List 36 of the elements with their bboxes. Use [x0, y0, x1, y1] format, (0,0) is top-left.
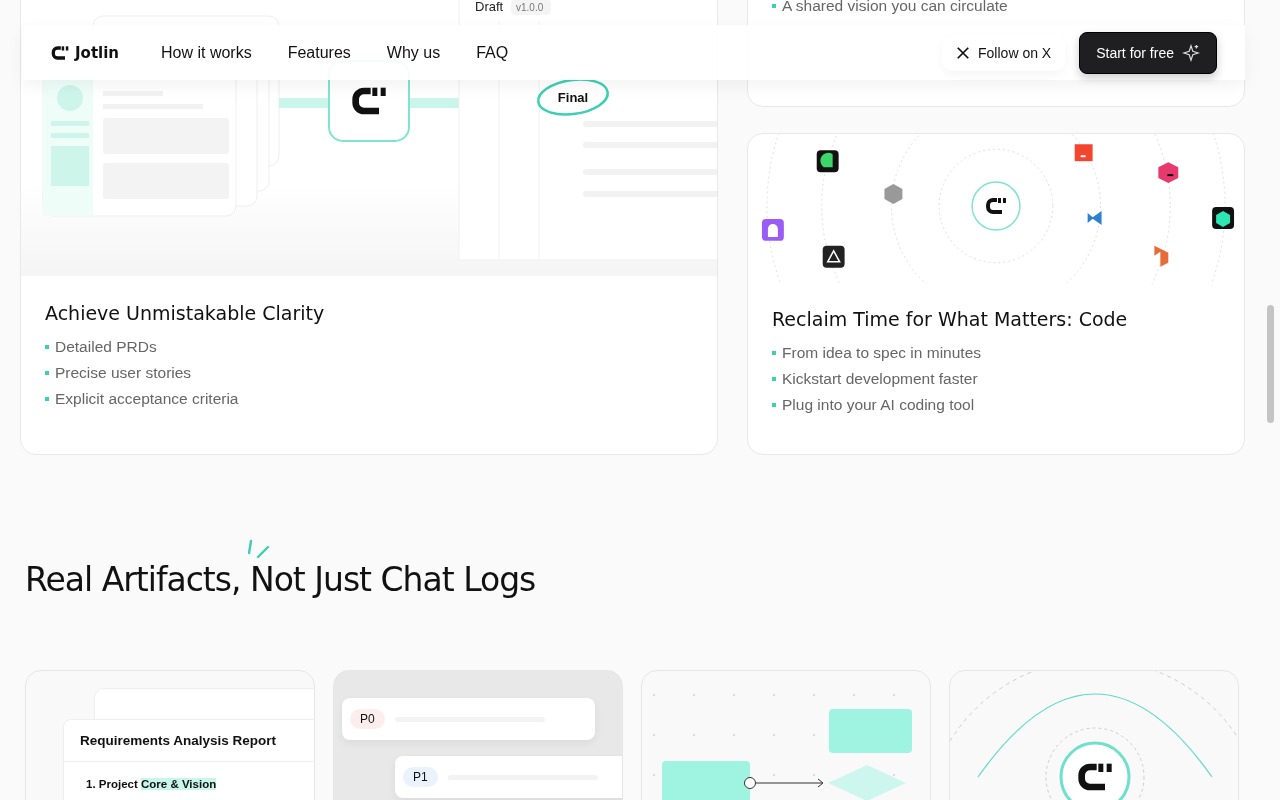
bullet-text: Precise user stories [55, 363, 192, 383]
bullet-text: From idea to spec in minutes [782, 343, 981, 363]
bullet-text: Kickstart development faster [782, 369, 978, 389]
nav-link[interactable]: Why us [386, 43, 441, 62]
bullet-icon [45, 345, 49, 349]
bullet-text: Plug into your AI coding tool [782, 395, 975, 415]
bullet-icon [772, 377, 776, 381]
bullet-text: Detailed PRDs [55, 337, 157, 357]
scrollbar[interactable] [1267, 305, 1274, 423]
report-title: Requirements Analysis Report [64, 720, 314, 762]
x-icon [956, 45, 971, 60]
bullet-icon [45, 397, 49, 401]
start-button[interactable]: Start for free [1079, 31, 1217, 74]
bullet-text: Explicit acceptance criteria [55, 389, 239, 409]
highlighted-text: Core & Vision [141, 778, 217, 790]
follow-button[interactable]: Follow on X [942, 34, 1066, 71]
version-badge: v1.0.0 [511, 0, 551, 15]
draft-label: Draft [475, 0, 504, 14]
card-title: Reclaim Time for What Matters: Code [772, 308, 1129, 330]
bullet-icon [772, 4, 776, 8]
accent-marks-icon [248, 539, 270, 559]
nav-link[interactable]: Features [287, 43, 351, 62]
bullet-icon [772, 403, 776, 407]
bullet-icon [772, 351, 776, 355]
sparkle-icon [1182, 43, 1200, 62]
brand-name[interactable]: Jotlin [75, 43, 120, 62]
bullet-text: A shared vision you can circulate [782, 0, 1008, 16]
report-item: 1. Project [86, 778, 138, 790]
bullet-icon [45, 371, 49, 375]
priority-tag: P0 [350, 709, 385, 729]
card-title: Achieve Unmistakable Clarity [45, 302, 326, 324]
final-label: Final [557, 90, 589, 105]
nav-link[interactable]: How it works [161, 43, 252, 62]
priority-tag: P1 [403, 767, 438, 787]
section-heading: Real Artifacts, Not Just Chat Logs [25, 560, 536, 600]
nav-link[interactable]: FAQ [476, 43, 509, 62]
